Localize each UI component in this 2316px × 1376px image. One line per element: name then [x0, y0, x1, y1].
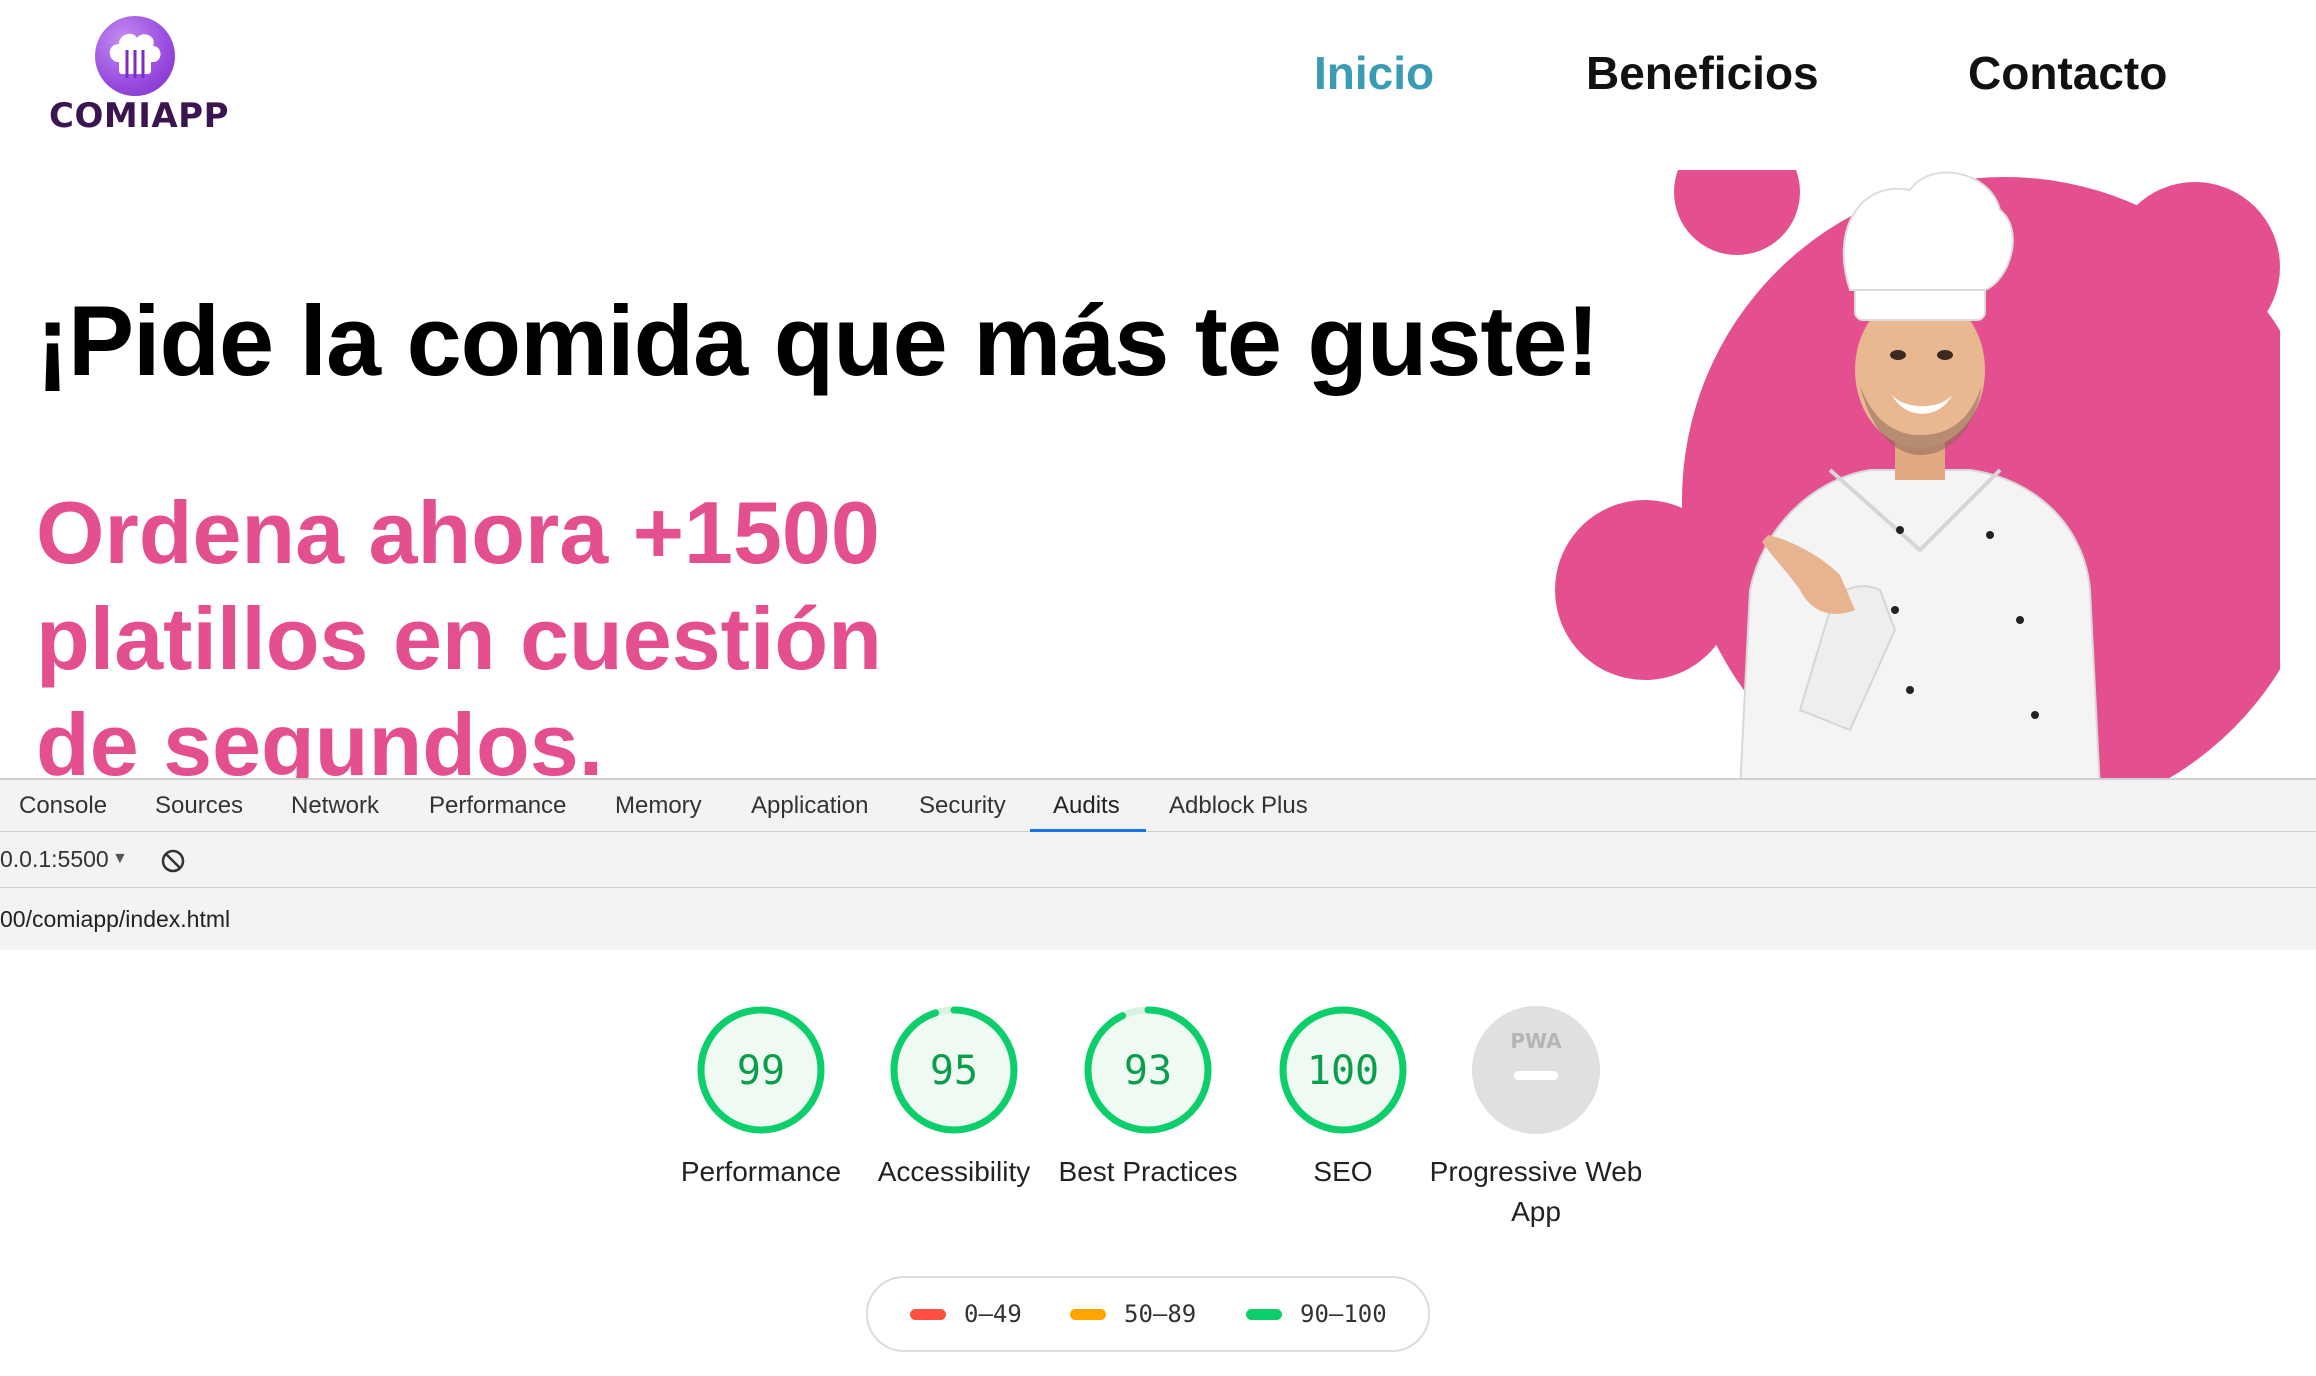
gauge-pwa[interactable]: PWA Progressive Web App: [1426, 1004, 1646, 1232]
nav-beneficios[interactable]: Beneficios: [1586, 46, 1819, 100]
gauge-label: Accessibility: [877, 1156, 1031, 1187]
chef-hat-logo-icon: [95, 16, 175, 96]
tab-console[interactable]: Console: [19, 780, 107, 832]
gauge-accessibility[interactable]: 95 Accessibility: [844, 1004, 1064, 1192]
tab-adblock-plus[interactable]: Adblock Plus: [1169, 780, 1308, 832]
legend-swatch-high: [1246, 1309, 1282, 1320]
devtools-tab-bar: Console Sources Network Performance Memo…: [0, 778, 2316, 832]
audit-toolbar: 0.0.1:5500 ▼: [0, 832, 2316, 888]
legend-swatch-low: [910, 1309, 946, 1320]
nav-contacto[interactable]: Contacto: [1968, 46, 2167, 100]
score-ring: 99: [697, 1006, 825, 1134]
audited-url: 00/comiapp/index.html: [0, 906, 231, 932]
gauge-label: SEO: [1313, 1156, 1373, 1187]
gauge-score: 95: [930, 1048, 978, 1094]
gauge-score: 100: [1307, 1048, 1379, 1094]
gauge-score: 99: [737, 1048, 785, 1094]
hero-subtitle-line: Ordena ahora +1500: [36, 483, 880, 582]
block-icon[interactable]: [160, 848, 186, 879]
legend-range-low: 0–49: [964, 1300, 1022, 1328]
pwa-badge-text: PWA: [1510, 1029, 1562, 1053]
host-selector[interactable]: 0.0.1:5500: [0, 846, 109, 873]
score-ring: 95: [890, 1006, 1018, 1134]
logo-text: COMIAPP: [49, 96, 229, 136]
legend-swatch-mid: [1070, 1309, 1106, 1320]
pwa-badge-background: [1472, 1006, 1600, 1134]
tab-performance[interactable]: Performance: [429, 780, 566, 832]
gauge-label: Progressive Web App: [1429, 1156, 1643, 1227]
tab-audits[interactable]: Audits: [1053, 780, 1120, 832]
legend-range-mid: 50–89: [1124, 1300, 1197, 1328]
logo[interactable]: COMIAPP: [44, 16, 234, 142]
tab-security[interactable]: Security: [919, 780, 1006, 832]
audit-url-bar: 00/comiapp/index.html: [0, 888, 2316, 950]
nav-inicio[interactable]: Inicio: [1314, 46, 1434, 100]
gauge-label: Performance: [680, 1156, 842, 1187]
score-legend: 0–49 50–89 90–100: [866, 1276, 1430, 1352]
tab-network[interactable]: Network: [291, 780, 379, 832]
legend-range-high: 90–100: [1300, 1300, 1387, 1328]
tab-application[interactable]: Application: [751, 780, 868, 832]
hero-subtitle-line: de segundos.: [36, 695, 604, 778]
hero-subtitle-line: platillos en cuestión: [36, 589, 882, 688]
tab-memory[interactable]: Memory: [615, 780, 702, 832]
hero-subtitle: Ordena ahora +1500 platillos en cuestión…: [36, 480, 936, 778]
score-ring: 93: [1084, 1006, 1212, 1134]
chef-illustration: [1555, 170, 2280, 778]
gauge-seo[interactable]: 100 SEO: [1233, 1004, 1453, 1192]
score-ring: PWA: [1472, 1006, 1600, 1134]
gauge-performance[interactable]: 99 Performance: [651, 1004, 871, 1192]
website-viewport: COMIAPP Inicio Beneficios Contacto ¡Pide…: [0, 0, 2316, 778]
pwa-dash-icon: [1514, 1071, 1558, 1080]
gauge-label: Best Practices: [1058, 1156, 1238, 1187]
dropdown-caret-icon[interactable]: ▼: [112, 850, 128, 868]
devtools-panel: Console Sources Network Performance Memo…: [0, 778, 2316, 1376]
hero-title: ¡Pide la comida que más te guste!: [36, 285, 1599, 396]
gauge-score: 93: [1124, 1048, 1172, 1094]
gauge-best-practices[interactable]: 93 Best Practices: [1038, 1004, 1258, 1192]
tab-sources[interactable]: Sources: [155, 780, 243, 832]
score-ring: 100: [1279, 1006, 1407, 1134]
